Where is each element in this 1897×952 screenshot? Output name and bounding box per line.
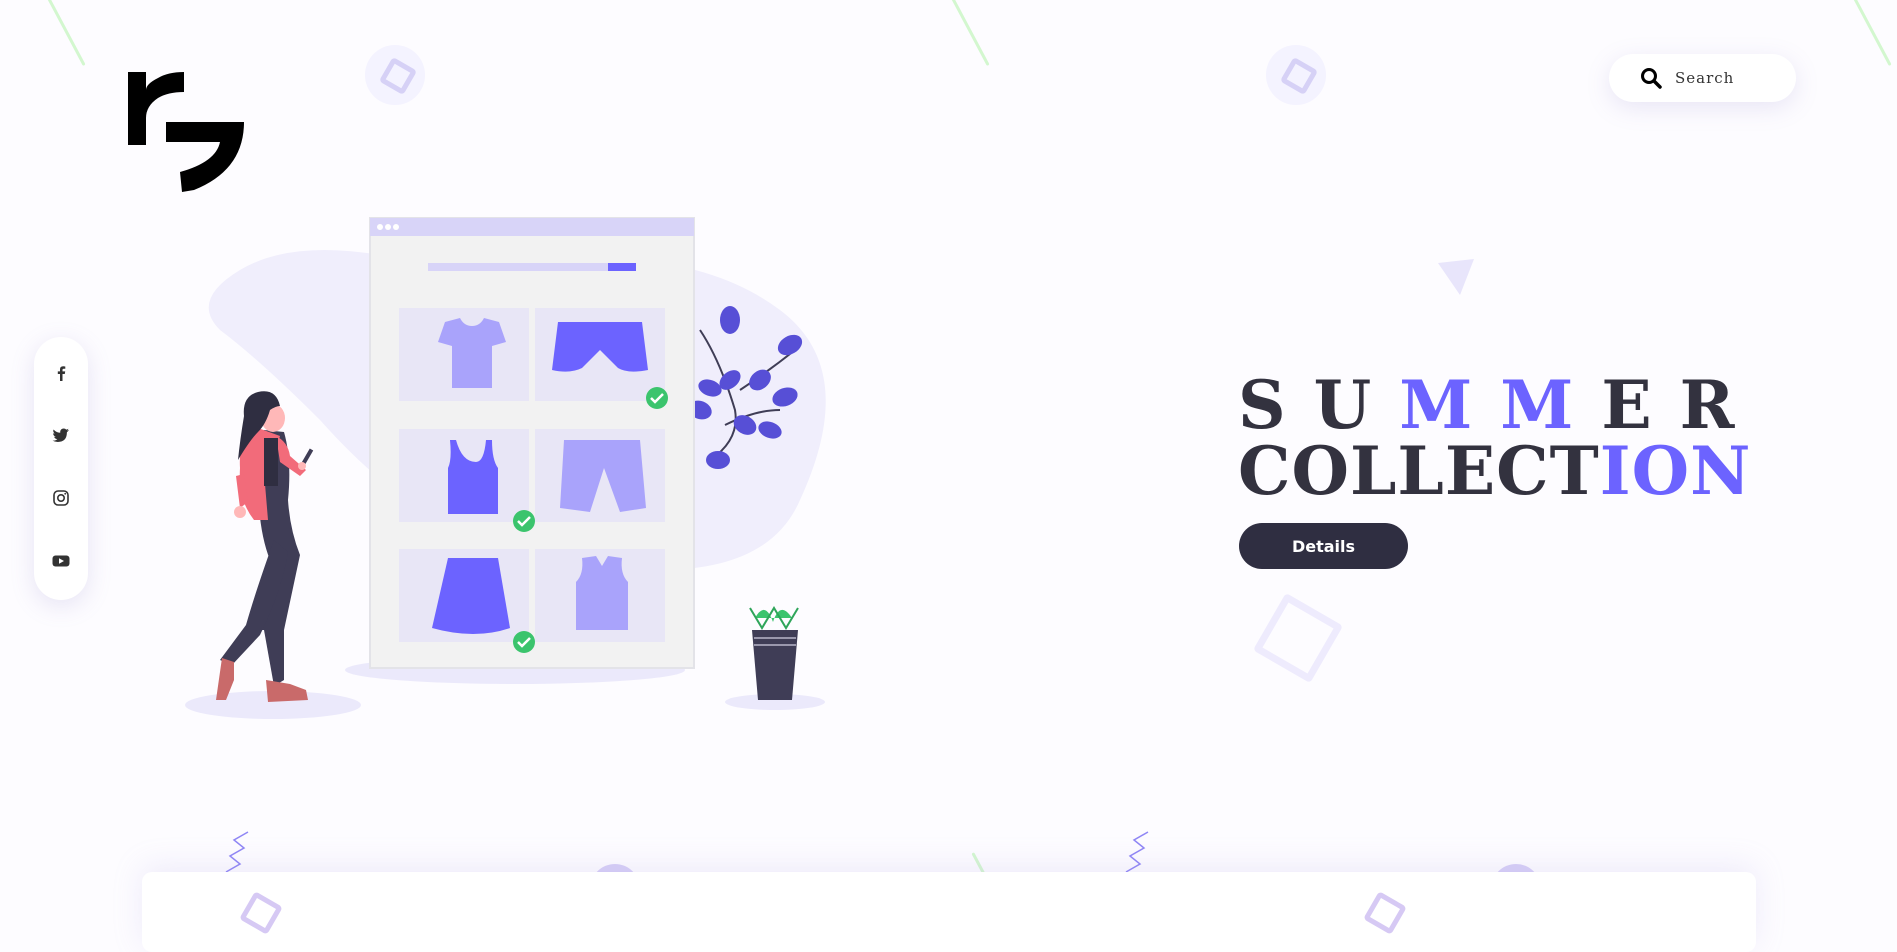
decorative-zigzag <box>1125 831 1149 873</box>
details-button[interactable]: Details <box>1239 523 1408 569</box>
decorative-line <box>45 0 86 67</box>
brand-logo-icon[interactable] <box>124 70 249 195</box>
hero-title-line1: SUMMER <box>1238 366 1763 444</box>
youtube-icon[interactable] <box>51 551 71 571</box>
search-icon <box>1641 68 1662 89</box>
decorative-triangle <box>1438 259 1474 295</box>
decorative-zigzag <box>225 831 249 873</box>
hero-title-line2: COLLECTION <box>1238 432 1752 510</box>
search-input[interactable] <box>1673 68 1787 88</box>
decorative-square <box>1252 592 1344 684</box>
social-bar <box>34 337 88 600</box>
search-box[interactable] <box>1609 54 1796 102</box>
instagram-icon[interactable] <box>51 488 71 508</box>
facebook-icon[interactable] <box>51 363 71 383</box>
online-shopping-illustration <box>185 217 826 719</box>
decorative-line <box>949 0 990 67</box>
content-card <box>142 872 1756 952</box>
decorative-line <box>1851 0 1892 67</box>
twitter-icon[interactable] <box>51 425 71 445</box>
